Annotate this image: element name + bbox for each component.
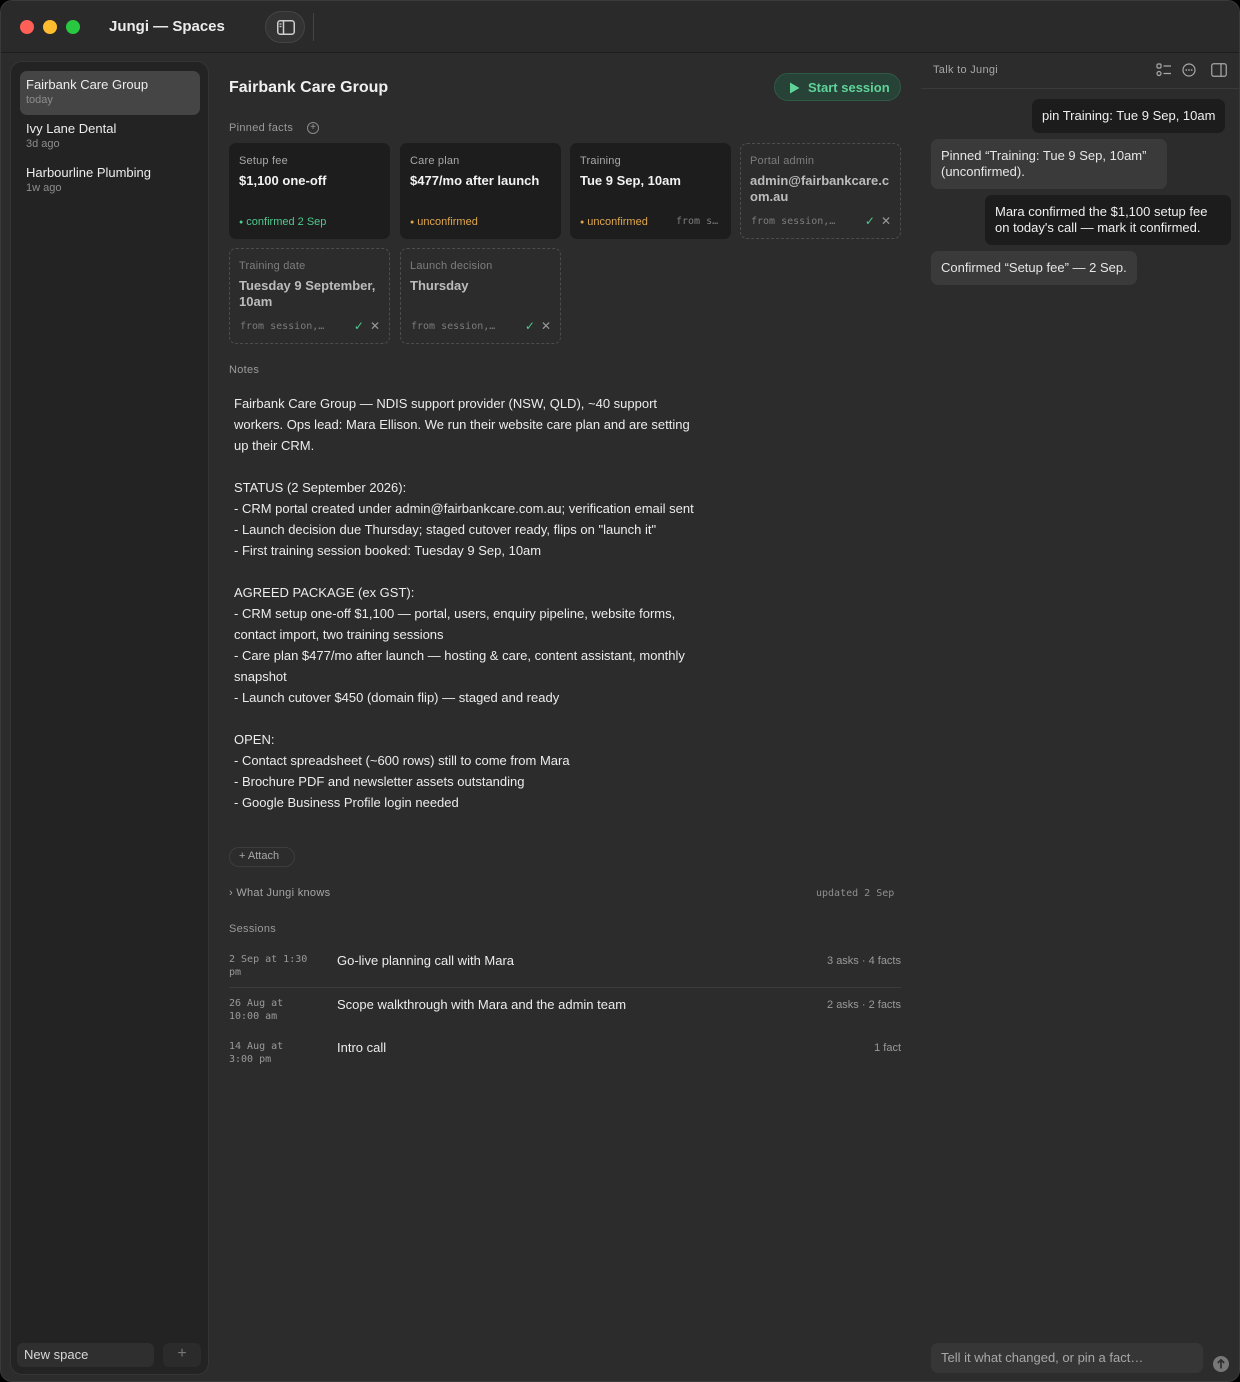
status-dot-icon: ●	[239, 219, 244, 226]
confirm-fact-icon[interactable]: ✓	[525, 319, 535, 333]
more-icon[interactable]	[1182, 63, 1196, 77]
chat-message-user: pin Training: Tue 9 Sep, 10am	[1032, 99, 1226, 133]
fact-value: Tuesday 9 September, 10am	[239, 278, 376, 309]
sessions-label: Sessions	[229, 923, 277, 935]
session-date: 2 Sep at 1:30 pm	[229, 954, 308, 978]
session-title: Scope walkthrough with Mara and the admi…	[337, 997, 627, 1012]
space-last-active: today	[26, 94, 53, 106]
fact-card-training-date[interactable]: Training date Tuesday 9 September, 10am …	[229, 248, 390, 344]
session-date: 14 Aug at 3:00 pm	[229, 1041, 284, 1065]
toolbar-divider	[313, 13, 314, 41]
what-jungi-knows-toggle[interactable]: › What Jungi knows	[229, 887, 330, 899]
space-name: Ivy Lane Dental	[26, 121, 117, 136]
session-row[interactable]: 26 Aug at 10:00 am Scope walkthrough wit…	[229, 997, 901, 1031]
session-date: 26 Aug at 10:00 am	[229, 998, 284, 1022]
add-fact-icon[interactable]: +	[307, 122, 319, 134]
confirm-fact-icon[interactable]: ✓	[354, 319, 364, 333]
fact-source: from session,…	[240, 321, 325, 332]
app-window: Jungi — Spaces Fairbank Care Group today…	[0, 0, 1240, 1382]
space-item-ivy-lane-dental[interactable]: Ivy Lane Dental 3d ago	[20, 115, 200, 159]
dismiss-fact-icon[interactable]: ✕	[541, 319, 551, 333]
session-row[interactable]: 14 Aug at 3:00 pm Intro call 1 fact	[229, 1040, 901, 1074]
spaces-sidebar: Fairbank Care Group today Ivy Lane Denta…	[10, 61, 209, 1375]
session-title: Go-live planning call with Mara	[337, 953, 515, 968]
panel-icon[interactable]	[1211, 63, 1227, 77]
fact-actions: ✓ ✕	[354, 319, 380, 333]
minimize-window-button[interactable]	[43, 20, 57, 34]
knows-updated-timestamp: updated 2 Sep	[816, 888, 895, 899]
fact-card-setup-fee[interactable]: Setup fee $1,100 one-off ● confirmed 2 S…	[229, 143, 390, 239]
play-icon	[790, 82, 800, 94]
start-session-label: Start session	[808, 80, 890, 95]
fact-source: from session,…	[411, 321, 496, 332]
add-space-button[interactable]: +	[163, 1343, 201, 1367]
zoom-window-button[interactable]	[66, 20, 80, 34]
session-meta: 3 asks · 4 facts	[827, 955, 901, 967]
fact-value: Thursday	[410, 278, 469, 293]
start-session-button[interactable]: Start session	[774, 73, 901, 101]
attach-button[interactable]: + Attach	[229, 847, 295, 867]
session-title: Intro call	[337, 1040, 387, 1055]
fact-label: Launch decision	[410, 260, 493, 272]
checklist-icon[interactable]	[1156, 63, 1172, 77]
window-title: Jungi — Spaces	[109, 18, 225, 35]
chat-message-assistant: Pinned “Training: Tue 9 Sep, 10am” (unco…	[931, 139, 1167, 189]
send-button[interactable]	[1213, 1356, 1229, 1372]
fact-card-care-plan[interactable]: Care plan $477/mo after launch ● unconfi…	[400, 143, 561, 239]
fact-label: Setup fee	[239, 155, 288, 167]
space-item-fairbank-care-group[interactable]: Fairbank Care Group today	[20, 71, 200, 115]
fact-label: Training date	[239, 260, 306, 272]
fact-value: $477/mo after launch	[410, 173, 540, 188]
space-last-active: 3d ago	[26, 138, 60, 150]
fact-status: ● unconfirmed	[580, 216, 648, 228]
fact-card-training[interactable]: Training Tue 9 Sep, 10am ● unconfirmed f…	[570, 143, 731, 239]
session-divider	[229, 987, 901, 988]
fact-status: ● unconfirmed	[410, 216, 478, 228]
space-name: Harbourline Plumbing	[26, 165, 152, 180]
title-bar: Jungi — Spaces	[1, 1, 1239, 53]
fact-status: ● confirmed 2 Sep	[239, 216, 327, 228]
fact-actions: ✓ ✕	[525, 319, 551, 333]
pinned-facts-label: Pinned facts	[229, 122, 294, 134]
confirm-fact-icon[interactable]: ✓	[865, 214, 875, 228]
fact-source: from session,…	[751, 216, 836, 227]
status-dot-icon: ●	[410, 219, 415, 226]
close-window-button[interactable]	[20, 20, 34, 34]
chat-header-divider	[921, 88, 1239, 89]
sidebar-icon	[277, 20, 295, 35]
fact-card-launch-decision[interactable]: Launch decision Thursday from session,… …	[400, 248, 561, 344]
notes-editor[interactable]: Fairbank Care Group — NDIS support provi…	[234, 393, 704, 813]
status-dot-icon: ●	[580, 219, 585, 226]
session-meta: 2 asks · 2 facts	[827, 999, 901, 1011]
fact-value: Tue 9 Sep, 10am	[580, 173, 681, 188]
space-last-active: 1w ago	[26, 182, 62, 194]
chat-message-user: Mara confirmed the $1,100 setup fee on t…	[985, 195, 1231, 245]
new-space-input[interactable]: New space	[17, 1343, 154, 1367]
fact-label: Training	[580, 155, 621, 167]
fact-label: Portal admin	[750, 155, 815, 167]
fact-actions: ✓ ✕	[865, 214, 891, 228]
dismiss-fact-icon[interactable]: ✕	[881, 214, 891, 228]
chat-message-assistant: Confirmed “Setup fee” — 2 Sep.	[931, 251, 1137, 285]
fact-source: from s…	[676, 216, 719, 227]
fact-label: Care plan	[410, 155, 460, 167]
fact-card-portal-admin[interactable]: Portal admin admin@fairbankcare.com.au f…	[740, 143, 901, 239]
page-title: Fairbank Care Group	[229, 79, 389, 96]
chat-input[interactable]: Tell it what changed, or pin a fact…	[931, 1343, 1203, 1373]
space-item-harbourline-plumbing[interactable]: Harbourline Plumbing 1w ago	[20, 159, 200, 203]
dismiss-fact-icon[interactable]: ✕	[370, 319, 380, 333]
fact-value: $1,100 one-off	[239, 173, 327, 188]
session-row[interactable]: 2 Sep at 1:30 pm Go-live planning call w…	[229, 953, 901, 988]
fact-value: admin@fairbankcare.com.au	[750, 173, 890, 204]
chat-title: Talk to Jungi	[933, 64, 999, 76]
sidebar-toggle-button[interactable]	[265, 11, 305, 43]
arrow-up-icon	[1217, 1359, 1225, 1369]
session-meta: 1 fact	[874, 1042, 901, 1054]
notes-label: Notes	[229, 364, 260, 376]
space-name: Fairbank Care Group	[26, 77, 149, 92]
